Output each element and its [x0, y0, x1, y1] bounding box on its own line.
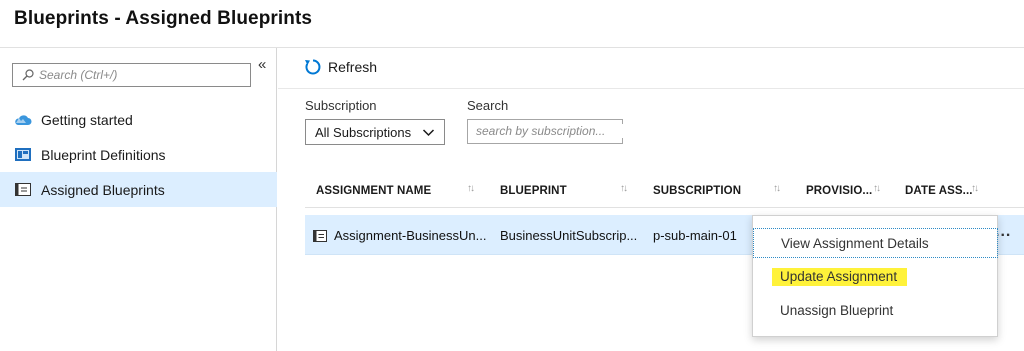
cell-subscription: p-sub-main-01 — [653, 228, 737, 243]
sidebar-item-assigned-blueprints[interactable]: Assigned Blueprints — [0, 172, 277, 207]
menu-item-unassign-blueprint[interactable]: Unassign Blueprint — [753, 295, 997, 325]
column-header-subscription[interactable]: SUBSCRIPTION — [653, 185, 741, 197]
sidebar-item-label: Assigned Blueprints — [41, 181, 165, 198]
toolbar-divider — [278, 88, 1024, 89]
cell-assignment-name: Assignment-BusinessUn... — [334, 228, 487, 243]
sidebar-search-input[interactable] — [39, 68, 239, 82]
menu-item-label: View Assignment Details — [781, 235, 929, 251]
refresh-icon — [304, 58, 322, 76]
subscription-dropdown[interactable]: All Subscriptions — [305, 119, 445, 145]
sort-icon[interactable]: ↑↓ — [467, 183, 475, 194]
subscription-dropdown-value: All Subscriptions — [315, 124, 412, 140]
cell-blueprint: BusinessUnitSubscrip... — [500, 228, 638, 243]
context-menu: View Assignment Details Update Assignmen… — [752, 215, 998, 337]
subscription-filter-label: Subscription — [305, 98, 377, 113]
menu-item-label-highlighted: Update Assignment — [772, 268, 908, 286]
sort-icon[interactable]: ↑↓ — [773, 183, 781, 194]
sort-icon[interactable]: ↑↓ — [971, 183, 979, 194]
sidebar-search-box[interactable] — [12, 63, 251, 87]
sidebar-nav: Getting started Blueprint Definitions As… — [0, 102, 277, 207]
sidebar: « Getting started Blueprint Definitions … — [0, 48, 277, 351]
assigned-blueprints-icon — [14, 183, 32, 197]
search-icon — [17, 69, 39, 81]
sidebar-item-getting-started[interactable]: Getting started — [0, 102, 277, 137]
search-filter-input[interactable] — [476, 124, 626, 138]
page-title: Blueprints - Assigned Blueprints — [14, 8, 313, 29]
sort-icon[interactable]: ↑↓ — [620, 183, 628, 194]
sort-icon[interactable]: ↑↓ — [873, 183, 881, 194]
column-header-blueprint[interactable]: BLUEPRINT — [500, 185, 567, 197]
sidebar-item-label: Getting started — [41, 111, 133, 128]
menu-item-update-assignment[interactable]: Update Assignment — [753, 262, 997, 292]
assigned-blueprint-row-icon — [313, 229, 327, 247]
column-header-date-assigned[interactable]: DATE ASS... — [905, 185, 973, 197]
refresh-button[interactable]: Refresh — [304, 58, 377, 76]
table-header-divider — [305, 207, 1024, 208]
menu-item-label: Unassign Blueprint — [780, 302, 894, 318]
cloud-icon — [14, 113, 32, 127]
menu-item-view-assignment-details[interactable]: View Assignment Details — [753, 228, 998, 258]
column-header-provisioning[interactable]: PROVISIO... — [806, 185, 872, 197]
search-filter-label: Search — [467, 98, 509, 113]
collapse-sidebar-button[interactable]: « — [258, 56, 266, 73]
sidebar-item-label: Blueprint Definitions — [41, 146, 166, 163]
blueprint-definitions-icon — [14, 148, 32, 162]
column-header-assignment-name[interactable]: ASSIGNMENT NAME — [316, 185, 431, 197]
refresh-label: Refresh — [328, 59, 378, 75]
sidebar-item-blueprint-definitions[interactable]: Blueprint Definitions — [0, 137, 277, 172]
chevron-down-icon — [422, 126, 435, 142]
search-filter-box[interactable] — [467, 119, 626, 144]
